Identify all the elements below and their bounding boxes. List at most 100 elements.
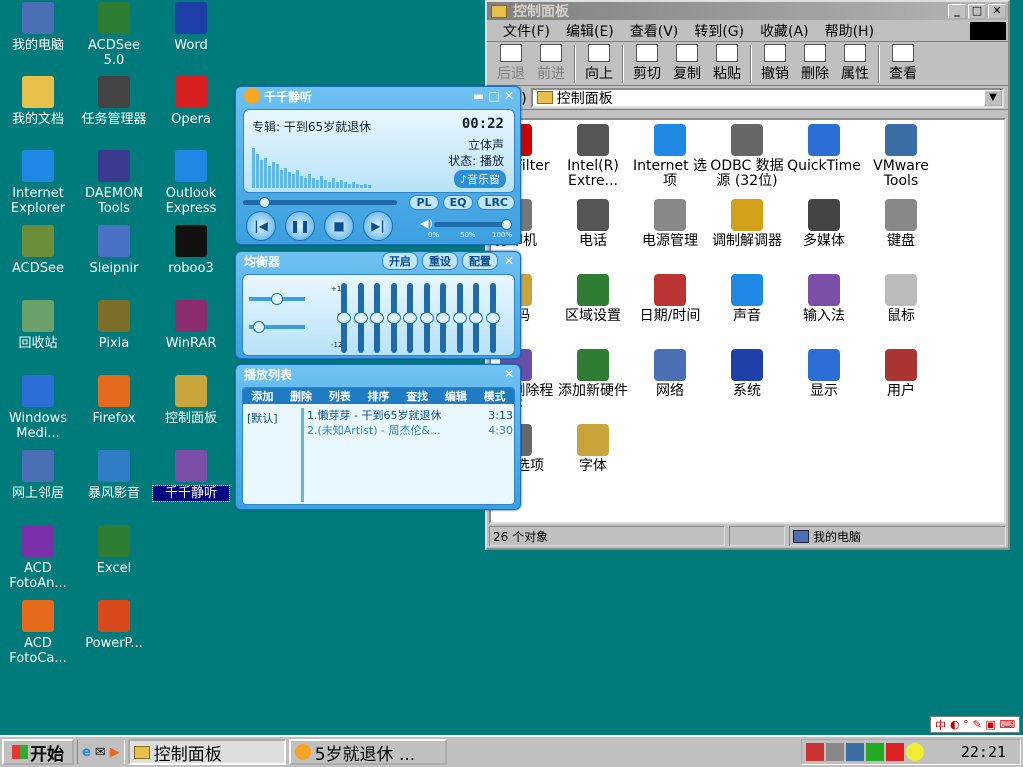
desktop-icon[interactable]: Excel — [76, 525, 152, 576]
playlist-menu-item[interactable]: 查找 — [406, 388, 428, 404]
menu-edit[interactable]: 编辑(E) — [558, 21, 622, 41]
control-panel-item[interactable]: 电话 — [554, 199, 632, 249]
close-icon[interactable]: ✕ — [504, 254, 514, 268]
maximize-button[interactable]: □ — [968, 3, 986, 19]
control-panel-item[interactable]: 电源管理 — [631, 199, 709, 249]
tab-pl[interactable]: PL — [409, 194, 439, 210]
control-panel-item[interactable]: ODBC 数据源 (32位) — [708, 124, 786, 189]
tab-eq[interactable]: EQ — [442, 194, 474, 210]
menu-view[interactable]: 查看(V) — [622, 21, 687, 41]
eq-band-slider[interactable] — [436, 283, 450, 353]
playlist-menu-item[interactable]: 排序 — [367, 388, 389, 404]
eq-band-knob[interactable] — [485, 312, 500, 324]
menu-file[interactable]: 文件(F) — [495, 21, 558, 41]
menu-go[interactable]: 转到(G) — [686, 21, 752, 41]
ie-icon[interactable]: e — [82, 745, 91, 760]
control-panel-item[interactable]: 声音 — [708, 274, 786, 324]
toolbar-button-forward-arrow[interactable]: 前进 — [531, 44, 571, 83]
desktop-icon[interactable]: Outlook Express — [153, 150, 229, 216]
toolbar-button-back-arrow[interactable]: 后退 — [491, 44, 531, 83]
toolbar-button-paste[interactable]: 粘贴 — [707, 44, 747, 83]
desktop-icon[interactable]: Opera — [153, 76, 229, 127]
control-panel-item[interactable]: 添加新硬件 — [554, 349, 632, 399]
outlook-icon[interactable]: ✉ — [95, 745, 106, 760]
eq-titlebar[interactable]: 均衡器 开启 重设 配置 ✕ — [236, 252, 520, 270]
eq-band-slider[interactable] — [485, 283, 500, 353]
chevron-down-icon[interactable]: ▼ — [984, 89, 1002, 106]
desktop-icon[interactable]: Windows Medi... — [0, 375, 76, 441]
eq-config-button[interactable]: 配置 — [461, 252, 498, 270]
control-panel-item[interactable]: 区域设置 — [554, 274, 632, 324]
desktop-icon[interactable]: Sleipnir — [76, 225, 152, 276]
desktop-icon[interactable]: DAEMON Tools — [76, 150, 152, 216]
eq-band-slider[interactable] — [353, 283, 368, 353]
control-panel-item[interactable]: Intel(R) Extre... — [554, 124, 632, 189]
toolbar-button-scissors[interactable]: 剪切 — [627, 44, 667, 83]
eq-band-knob[interactable] — [452, 312, 467, 324]
control-panel-item[interactable]: 网络 — [631, 349, 709, 399]
desktop-icon[interactable]: 网上邻居 — [0, 450, 76, 501]
pause-button[interactable]: ❚❚ — [285, 211, 315, 241]
tray-monitor-icon[interactable] — [846, 743, 864, 761]
window-titlebar[interactable]: 控制面板 _ □ ✕ — [487, 2, 1008, 20]
toolbar-button-properties[interactable]: 属性 — [835, 44, 875, 83]
desktop-icon[interactable]: Firefox — [76, 375, 152, 426]
control-panel-item[interactable]: QuickTime — [785, 124, 863, 174]
previous-button[interactable]: |◀ — [246, 211, 276, 241]
eq-band-slider[interactable] — [403, 283, 417, 353]
next-button[interactable]: ▶| — [363, 211, 393, 241]
tray-pen-icon[interactable] — [806, 743, 824, 761]
desktop-icon[interactable]: PowerP... — [76, 600, 152, 651]
tray-battery-icon[interactable] — [866, 743, 884, 761]
desktop-icon[interactable]: 千千静听 — [152, 450, 230, 502]
eq-band-slider[interactable] — [337, 283, 351, 353]
control-panel-item[interactable]: 键盘 — [862, 199, 940, 249]
start-button[interactable]: 开始 — [2, 739, 74, 765]
control-panel-item[interactable]: 系统 — [708, 349, 786, 399]
desktop-icon[interactable]: ACD FotoAn... — [0, 525, 76, 591]
close-button[interactable]: ✕ — [988, 3, 1006, 19]
playlist-menu-item[interactable]: 删除 — [290, 388, 312, 404]
mini-mode-button[interactable]: ♪音乐窗 — [453, 170, 506, 188]
control-panel-item[interactable]: 多媒体 — [785, 199, 863, 249]
eq-band-slider[interactable] — [452, 283, 467, 353]
desktop-icon[interactable]: ACD FotoCa... — [0, 600, 76, 666]
desktop-icon[interactable]: 控制面板 — [153, 375, 229, 426]
balance-slider[interactable] — [249, 321, 305, 333]
ttplayer-main-window[interactable]: 千千静听 ▬ □ ✕ 专辑: 干到65岁就退休 00:22 立体声 状态: 播放… — [235, 86, 521, 245]
tray-network-icon[interactable] — [826, 743, 844, 761]
task-ttplayer[interactable]: 5岁就退休 ... — [288, 739, 447, 765]
playlist-menu-item[interactable]: 编辑 — [445, 388, 467, 404]
track-row[interactable]: 1.懒芽芽 - 干到65岁就退休 3:13 — [307, 408, 513, 423]
preamp-slider[interactable] — [249, 293, 305, 305]
playlist-menu-item[interactable]: 模式 — [484, 388, 506, 404]
eq-band-slider[interactable] — [370, 283, 384, 353]
equalizer-window[interactable]: 均衡器 开启 重设 配置 ✕ +12 0 -12 — [235, 251, 521, 359]
track-row[interactable]: 2.(未知Artist) - 周杰伦&... 4:30 — [307, 423, 513, 438]
volume-slider[interactable] — [434, 219, 513, 230]
control-panel-item[interactable]: Internet 选项 — [631, 124, 709, 189]
desktop-icon[interactable]: ACDSee — [0, 225, 76, 276]
desktop-icon[interactable]: Pixia — [76, 300, 152, 351]
seek-bar[interactable] — [243, 196, 398, 208]
eq-band-slider[interactable] — [386, 283, 401, 353]
control-panel-window[interactable]: 控制面板 _ □ ✕ 文件(F) 编辑(E) 查看(V) 转到(G) 收藏(A)… — [485, 0, 1010, 550]
control-panel-item[interactable]: 显示 — [785, 349, 863, 399]
control-panel-item[interactable]: 用户 — [862, 349, 940, 399]
task-control-panel[interactable]: 控制面板 — [127, 739, 286, 765]
playlist-group[interactable]: [默认] — [247, 410, 278, 426]
desktop-icon[interactable]: roboo3 — [153, 225, 229, 276]
playlist-menu-item[interactable]: 添加 — [251, 388, 273, 404]
eq-reset-button[interactable]: 重设 — [421, 252, 458, 270]
desktop-icon[interactable]: 我的电脑 — [0, 2, 76, 53]
eq-band-knob[interactable] — [419, 312, 434, 324]
control-panel-item[interactable]: VMware Tools — [862, 124, 940, 189]
control-panel-item[interactable]: 字体 — [554, 424, 632, 474]
ime-toolbar[interactable]: 中 ◐ ° ✎ ▣ ⌨ — [930, 716, 1020, 733]
toolbar-button-copy[interactable]: 复制 — [667, 44, 707, 83]
player-titlebar[interactable]: 千千静听 ▬ □ ✕ — [236, 87, 520, 105]
control-panel-item[interactable]: 日期/时间 — [631, 274, 709, 324]
menu-favorites[interactable]: 收藏(A) — [752, 21, 817, 41]
close-icon[interactable]: ✕ — [504, 367, 514, 381]
desktop-icon[interactable]: WinRAR — [153, 300, 229, 351]
